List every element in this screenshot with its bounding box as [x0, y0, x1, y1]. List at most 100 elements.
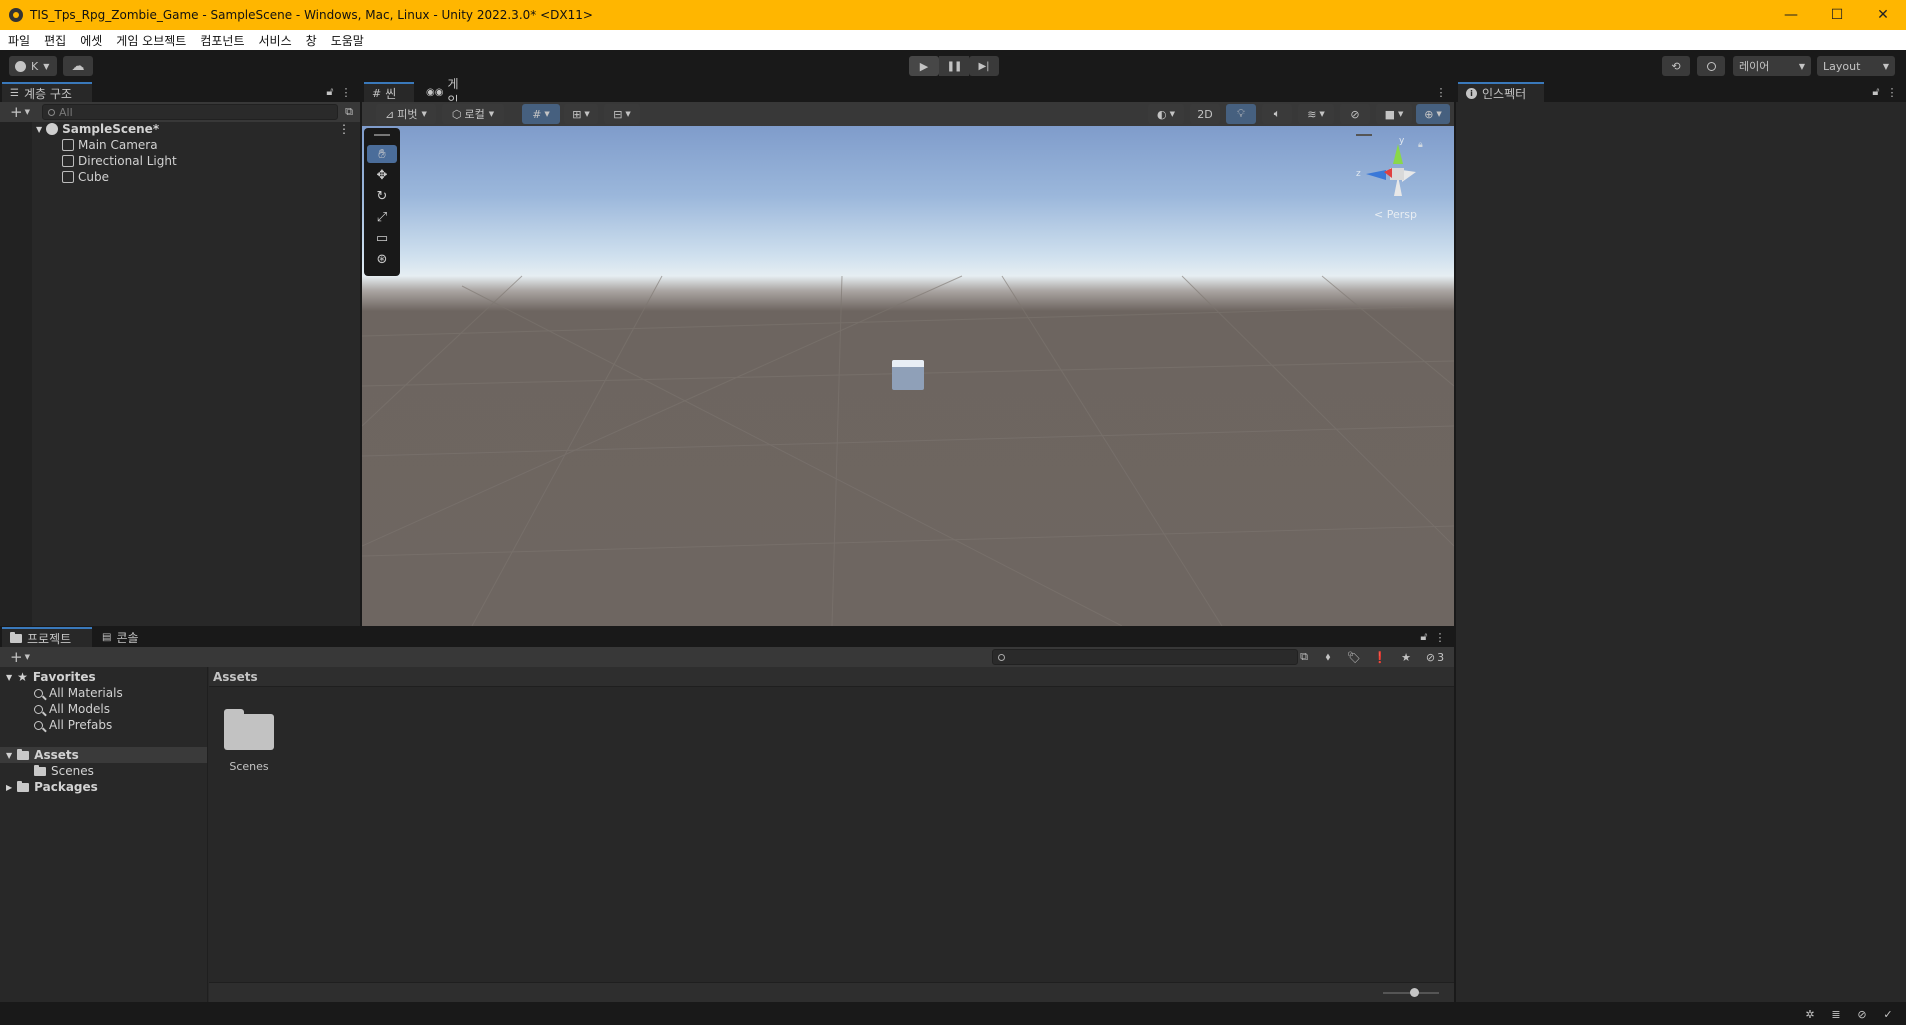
favorite-item[interactable]: All Prefabs: [34, 717, 112, 733]
menu-assets[interactable]: 에셋: [80, 32, 102, 49]
kebab-menu-icon[interactable]: ⋮: [340, 84, 352, 100]
local-dropdown[interactable]: ⬡ 로컬 ▼: [442, 104, 504, 124]
folder-icon: [224, 709, 274, 750]
minimize-button[interactable]: —: [1768, 0, 1814, 30]
audio-toggle[interactable]: 🔈︎: [1262, 104, 1292, 124]
scene-visibility-toggle[interactable]: ⊘: [1340, 104, 1370, 124]
tab-hierarchy[interactable]: ☰ 계층 구조: [2, 82, 92, 102]
maximize-button[interactable]: ☐: [1814, 0, 1860, 30]
menu-help[interactable]: 도움말: [331, 32, 364, 49]
menu-edit[interactable]: 편집: [44, 32, 66, 49]
rect-tool-icon[interactable]: ▭: [367, 229, 397, 247]
bug-icon[interactable]: ✲: [1802, 1006, 1818, 1022]
tab-inspector-label: 인스펙터: [1482, 86, 1527, 101]
layout-dropdown[interactable]: Layout ▼: [1817, 56, 1895, 76]
pivot-dropdown[interactable]: ⊿ 피벗 ▼: [376, 104, 436, 124]
rotate-tool-icon[interactable]: ↻: [367, 187, 397, 205]
drag-handle[interactable]: [374, 134, 390, 136]
hidden-packages-toggle[interactable]: ⊘ 3: [1420, 649, 1450, 665]
grid-snap-toggle[interactable]: # ▼: [522, 104, 560, 124]
kebab-menu-icon[interactable]: ⋮: [1886, 84, 1898, 100]
transform-tool-icon[interactable]: ⊛: [367, 250, 397, 268]
cloud-button[interactable]: ☁: [63, 56, 93, 76]
favorite-item[interactable]: All Materials: [34, 685, 123, 701]
create-button[interactable]: + ▼: [6, 103, 34, 121]
hand-tool-icon[interactable]: ✋︎: [367, 145, 397, 163]
chevron-down-icon: ▼: [24, 108, 30, 116]
breadcrumb-assets[interactable]: Assets: [213, 670, 258, 684]
layout-label: Layout: [1823, 59, 1861, 73]
packages-row[interactable]: ▶ Packages: [6, 779, 98, 795]
lock-icon[interactable]: 🔓︎: [1870, 84, 1882, 100]
scene-viewport[interactable]: ✋︎ ✥ ↻ ⤢ ▭ ⊛ 🔒︎ y z < Persp: [362, 126, 1454, 626]
kebab-menu-icon[interactable]: ⋮: [338, 122, 350, 136]
gizmo-y-label: y: [1399, 136, 1405, 146]
tab-inspector[interactable]: i 인스펙터: [1458, 82, 1544, 102]
play-button[interactable]: ▶: [909, 56, 939, 76]
search-by-label-icon[interactable]: 🏷︎: [1346, 649, 1362, 665]
grid-folder-item[interactable]: Scenes: [219, 700, 279, 773]
kebab-menu-icon[interactable]: ⋮: [1434, 84, 1448, 100]
tab-game[interactable]: ◉◉ 게임: [418, 77, 472, 108]
cube-object[interactable]: [892, 360, 924, 390]
favorite-star-icon[interactable]: ★: [1398, 649, 1414, 665]
tab-project[interactable]: 프로젝트: [2, 627, 92, 647]
create-asset-button[interactable]: + ▼: [6, 648, 34, 666]
gizmo-drag-handle[interactable]: [1356, 134, 1372, 136]
favorites-row[interactable]: ▼ ★ Favorites: [6, 669, 96, 685]
network-icon[interactable]: ⊘: [1854, 1006, 1870, 1022]
menu-component[interactable]: 컴포넌트: [200, 32, 244, 49]
orientation-gizmo[interactable]: 🔒︎ y z < Persp: [1346, 128, 1436, 228]
step-button[interactable]: ▶|: [969, 56, 999, 76]
hierarchy-search-input[interactable]: All: [42, 104, 338, 120]
menu-services[interactable]: 서비스: [259, 32, 292, 49]
kebab-menu-icon[interactable]: ⋮: [1434, 629, 1446, 645]
pause-button[interactable]: ❚❚: [939, 56, 969, 76]
close-button[interactable]: ✕: [1860, 0, 1906, 30]
projection-label[interactable]: < Persp: [1374, 208, 1417, 221]
favorite-item[interactable]: All Models: [34, 701, 110, 717]
stack-icon[interactable]: ≣: [1828, 1006, 1844, 1022]
hierarchy-item[interactable]: Cube: [62, 169, 109, 185]
account-dropdown[interactable]: K ▼: [9, 56, 57, 76]
lighting-toggle[interactable]: 💡︎: [1226, 104, 1256, 124]
folder-item[interactable]: Scenes: [34, 763, 94, 779]
project-search-input[interactable]: [992, 649, 1298, 665]
zoom-slider-thumb[interactable]: [1410, 988, 1419, 997]
search-filter-icon[interactable]: ⧉: [1296, 649, 1312, 665]
lock-icon[interactable]: 🔓︎: [324, 84, 336, 100]
effects-dropdown[interactable]: ≋ ▼: [1298, 104, 1334, 124]
move-tool-icon[interactable]: ✥: [367, 166, 397, 184]
history-button[interactable]: ⟲: [1662, 56, 1690, 76]
menu-window[interactable]: 창: [306, 32, 317, 49]
grid-visibility-dropdown[interactable]: ⊞ ▼: [564, 104, 598, 124]
gizmos-dropdown[interactable]: ⊕ ▼: [1416, 104, 1450, 124]
camera-icon: ■: [1384, 107, 1395, 121]
hierarchy-item[interactable]: Directional Light: [62, 153, 177, 169]
chevron-down-icon: ▼: [421, 110, 427, 118]
toggle-2d-button[interactable]: 2D: [1190, 104, 1220, 124]
hierarchy-item[interactable]: Main Camera: [62, 137, 158, 153]
menu-file[interactable]: 파일: [8, 32, 30, 49]
tab-scene-label: 씬: [385, 86, 397, 101]
scene-root-row[interactable]: ▼ SampleScene* ⋮: [36, 121, 356, 137]
grid-icon: #: [372, 86, 382, 100]
tab-console[interactable]: ▤ 콘솔: [94, 627, 154, 647]
draw-mode-dropdown[interactable]: ◐ ▼: [1148, 104, 1184, 124]
scale-tool-icon[interactable]: ⤢: [367, 208, 397, 226]
effects-layers-icon: ≋: [1307, 107, 1317, 121]
increment-snap-dropdown[interactable]: ⊟ ▼: [604, 104, 640, 124]
tab-scene[interactable]: # 씬: [364, 82, 414, 102]
chevron-down-icon: ▼: [1798, 61, 1805, 71]
check-circle-icon[interactable]: ✓: [1880, 1006, 1896, 1022]
camera-settings-dropdown[interactable]: ■ ▼: [1376, 104, 1412, 124]
lock-icon[interactable]: 🔓︎: [1418, 629, 1430, 645]
search-filter-icon[interactable]: ⧉: [342, 104, 356, 120]
tab-console-label: 콘솔: [116, 630, 139, 645]
search-by-type-icon[interactable]: ⬧: [1320, 649, 1336, 665]
warning-icon[interactable]: ❗: [1372, 649, 1388, 665]
menu-gameobject[interactable]: 게임 오브젝트: [116, 32, 186, 49]
layers-dropdown[interactable]: 레이어 ▼: [1733, 56, 1811, 76]
search-button[interactable]: [1697, 56, 1725, 76]
assets-row[interactable]: ▼ Assets: [0, 747, 207, 763]
